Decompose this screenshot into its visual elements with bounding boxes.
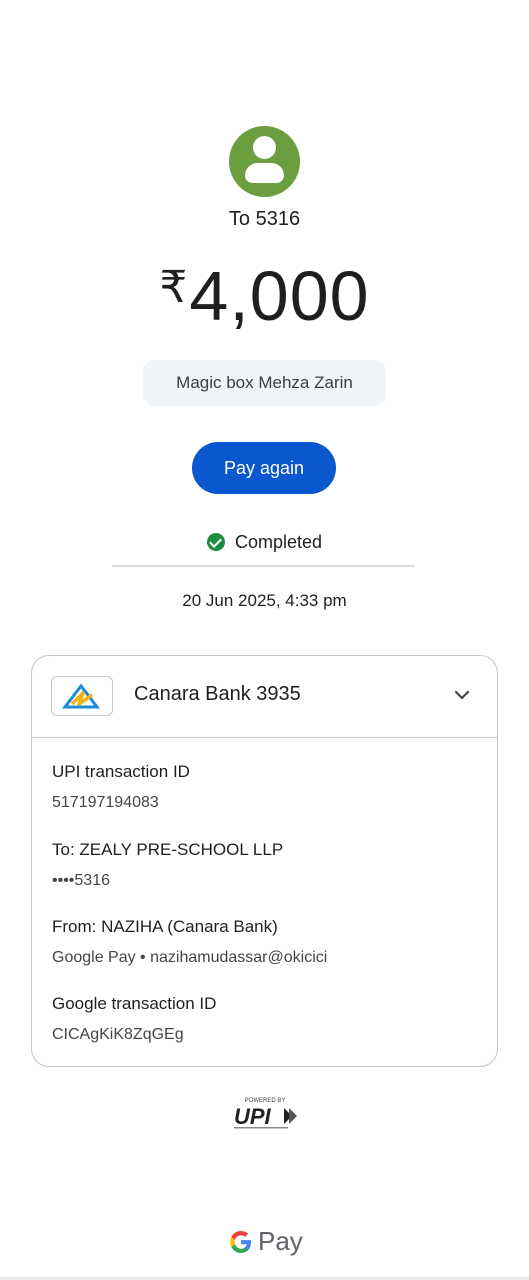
upi-text: UPI — [234, 1104, 272, 1129]
canara-bank-logo — [51, 676, 113, 716]
detail-label: To: ZEALY PRE-SCHOOL LLP — [52, 840, 284, 859]
sender-detail: From: NAZIHA (Canara Bank) Google Pay • … — [52, 917, 327, 967]
recipient-label: To 5316 — [228, 208, 301, 230]
payment-note: Magic box Mehza Zarin — [143, 360, 386, 406]
person-icon-body — [245, 163, 284, 183]
bank-account-row[interactable]: Canara Bank 3935 — [32, 656, 497, 738]
detail-value: ••••5316 — [52, 872, 110, 889]
person-icon-head — [253, 136, 276, 159]
transaction-details-card: Canara Bank 3935 UPI transaction ID 5171… — [31, 655, 498, 1067]
pay-text: Pay — [258, 1226, 303, 1256]
detail-value: CICAgKiK8ZqGEg — [52, 1026, 184, 1043]
amount-value: 4,000 — [189, 257, 370, 335]
upi-transaction-id: UPI transaction ID 517197194083 — [52, 762, 190, 812]
google-pay-logo: Pay — [227, 1224, 305, 1260]
status-divider — [112, 565, 415, 567]
transaction-datetime: 20 Jun 2025, 4:33 pm — [182, 591, 347, 610]
recipient-avatar — [229, 126, 300, 197]
currency-symbol: ₹ — [159, 263, 188, 312]
detail-value: 517197194083 — [52, 794, 159, 811]
bank-name: Canara Bank 3935 — [134, 683, 301, 705]
upi-logo: POWERED BY UPI — [228, 1096, 302, 1132]
recipient-detail: To: ZEALY PRE-SCHOOL LLP ••••5316 — [52, 840, 283, 890]
status-label: Completed — [234, 532, 323, 552]
detail-label: From: NAZIHA (Canara Bank) — [52, 917, 278, 936]
check-circle-icon — [206, 533, 225, 551]
pay-again-button[interactable]: Pay again — [192, 442, 336, 494]
payment-status: Completed — [0, 532, 529, 553]
payment-amount: ₹4,000 — [0, 256, 529, 336]
detail-value: Google Pay • nazihamudassar@okicici — [52, 949, 328, 966]
detail-label: UPI transaction ID — [52, 762, 190, 781]
detail-label: Google transaction ID — [52, 994, 217, 1013]
google-g-icon — [230, 1231, 251, 1253]
chevron-down-icon[interactable] — [453, 686, 471, 704]
google-transaction-id: Google transaction ID CICAgKiK8ZqGEg — [52, 994, 216, 1044]
